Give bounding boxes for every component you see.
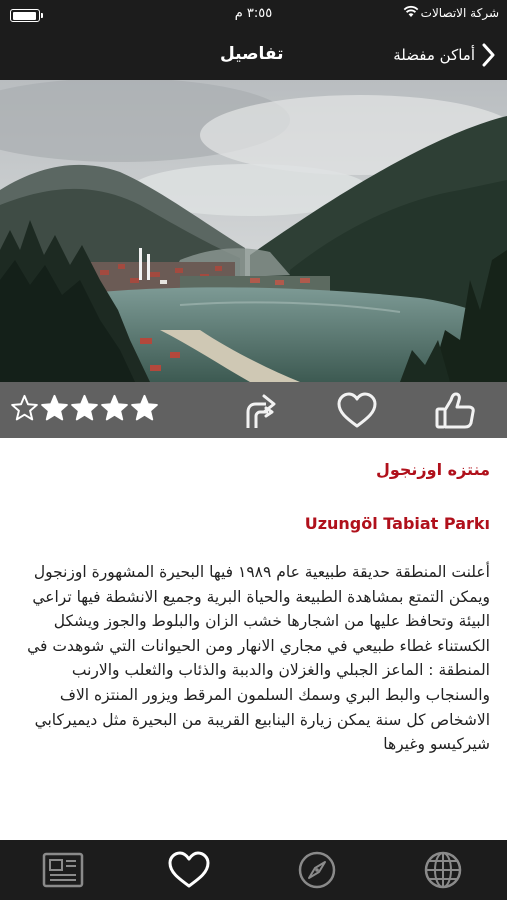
tab-bar	[0, 840, 507, 900]
star-filled-icon[interactable]	[130, 394, 159, 423]
place-details: منتزه اوزنجول Uzungöl Tabiat Parkı أعلنت…	[0, 438, 507, 840]
place-description: أعلنت المنطقة حديقة طبيعية عام ١٩٨٩ فيها…	[27, 563, 490, 754]
action-bar	[0, 382, 507, 438]
tab-favorites[interactable]	[126, 840, 252, 900]
favorites-heart-icon	[168, 851, 210, 888]
star-filled-icon[interactable]	[40, 394, 69, 423]
back-button-label: أماكن مفضلة	[393, 46, 475, 64]
navigation-bar: تفاصيل أماكن مفضلة	[0, 30, 507, 80]
star-filled-icon[interactable]	[100, 394, 129, 423]
back-button[interactable]: أماكن مفضلة	[393, 42, 495, 68]
place-photo	[0, 80, 507, 382]
news-icon	[42, 852, 84, 888]
chevron-right-icon	[482, 43, 495, 67]
star-filled-icon[interactable]	[70, 394, 99, 423]
place-name-latin: Uzungöl Tabiat Parkı	[304, 514, 490, 533]
carrier-name: شركة الاتصالات	[420, 6, 499, 20]
thumbs-up-icon[interactable]	[434, 390, 476, 432]
tab-news[interactable]	[0, 840, 126, 900]
tab-world[interactable]	[380, 840, 506, 900]
page-title: تفاصيل	[220, 44, 284, 64]
star-empty-icon[interactable]	[10, 394, 39, 423]
place-name-arabic: منتزه اوزنجول	[375, 460, 490, 479]
wifi-icon	[403, 5, 419, 17]
compass-icon	[298, 851, 336, 889]
heart-icon[interactable]	[336, 390, 378, 432]
directions-icon[interactable]	[238, 390, 280, 432]
status-bar: ٣:٥٥ م شركة الاتصالات	[0, 0, 507, 30]
globe-icon	[424, 851, 462, 889]
tab-explore[interactable]	[254, 840, 380, 900]
rating-stars[interactable]	[10, 394, 159, 423]
